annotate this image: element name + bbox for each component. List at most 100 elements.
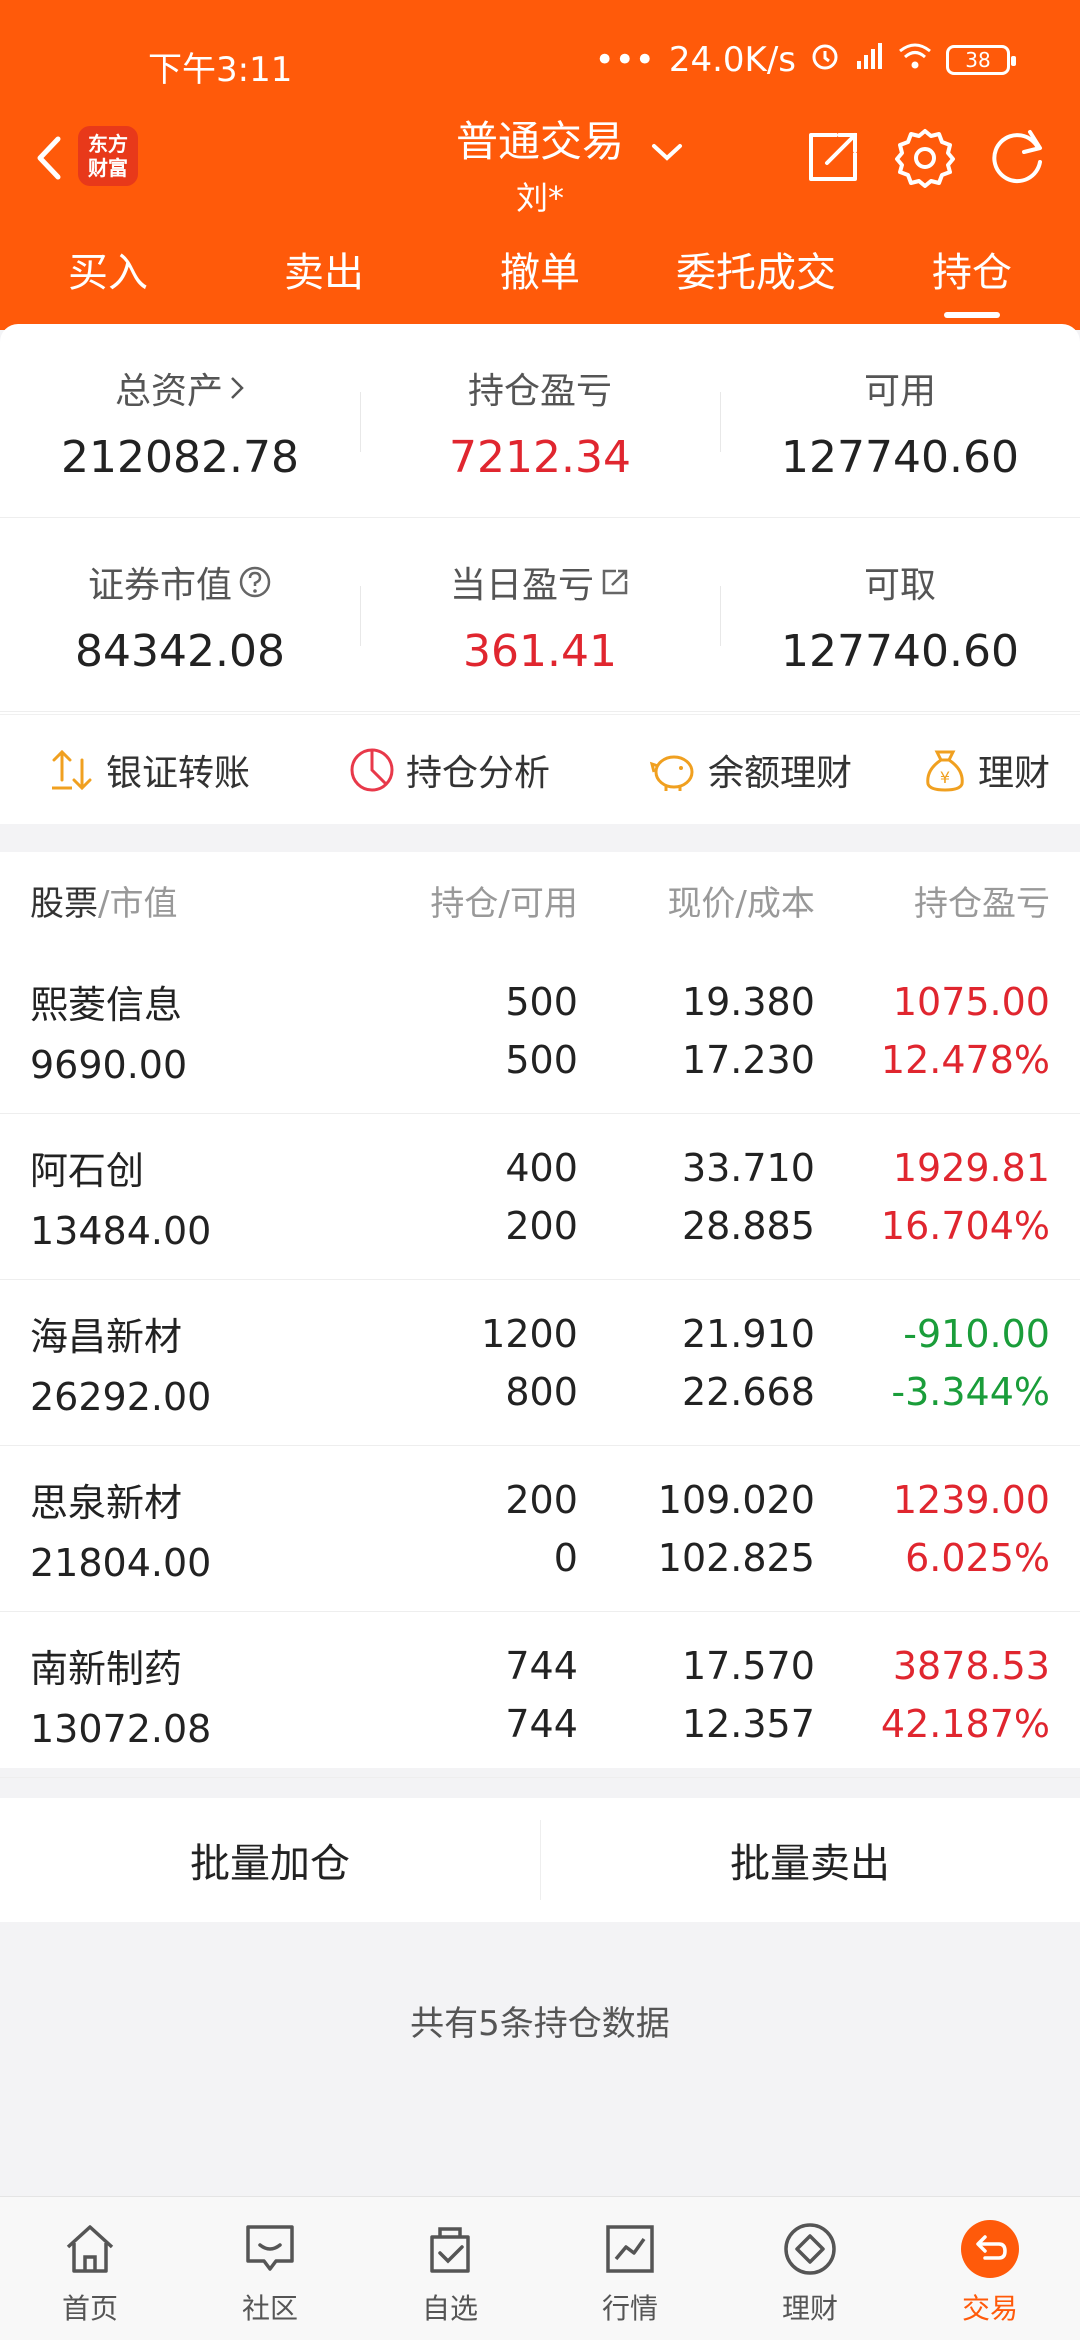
stock-name: 思泉新材 bbox=[30, 1481, 183, 1525]
current-price: 109.020 bbox=[657, 1477, 815, 1522]
help-circle-icon[interactable] bbox=[238, 565, 272, 599]
table-row[interactable]: 阿石创 13484.00 400 200 33.710 28.885 1929.81 1… bbox=[0, 1114, 1080, 1280]
tab-cancel[interactable]: 撤单 bbox=[432, 240, 648, 310]
tab-orders[interactable]: 委托成交 bbox=[648, 240, 864, 310]
chevron-down-icon[interactable] bbox=[650, 140, 684, 168]
header-position[interactable]: 持仓/可用 bbox=[389, 876, 577, 925]
network-dots-icon: ••• bbox=[594, 40, 655, 80]
cost-price: 12.357 bbox=[681, 1701, 815, 1746]
table-row[interactable]: 南新制药 13072.08 744 744 17.570 12.357 3878.53… bbox=[0, 1612, 1080, 1778]
batch-sell-button[interactable]: 批量卖出 bbox=[540, 1798, 1080, 1922]
bank-transfer-button[interactable]: 银证转账 bbox=[48, 744, 250, 796]
table-row[interactable]: 思泉新材 21804.00 200 0 109.020 102.825 1239.00… bbox=[0, 1446, 1080, 1612]
community-icon bbox=[238, 2217, 302, 2281]
battery-icon: 38 bbox=[946, 45, 1016, 75]
hold-qty: 200 bbox=[505, 1477, 578, 1522]
pnl-amount: -910.00 bbox=[903, 1311, 1050, 1356]
position-analysis-button[interactable]: 持仓分析 bbox=[348, 744, 550, 796]
nav-watchlist[interactable]: 自选 bbox=[360, 2197, 540, 2340]
avail-qty: 0 bbox=[553, 1535, 578, 1580]
holdings-table: 股票/市值 持仓/可用 现价/成本 持仓盈亏 熙菱信息 9690.00 500 50… bbox=[0, 852, 1080, 1778]
nav-market[interactable]: 行情 bbox=[540, 2197, 720, 2340]
withdrawable-label: 可取 bbox=[863, 565, 936, 606]
pnl-percent: -3.344% bbox=[891, 1369, 1050, 1414]
header-market-value[interactable]: /市值 bbox=[98, 884, 177, 924]
app-header: 下午3:11 ••• 24.0K/s 38 东方 财富 普通交易 刘* 买入 卖… bbox=[0, 0, 1080, 330]
nav-wealth[interactable]: 理财 bbox=[720, 2197, 900, 2340]
daily-pnl[interactable]: 当日盈亏 361.41 bbox=[360, 518, 720, 711]
bottom-nav: 首页 社区 自选 行情 理财 交易 bbox=[0, 2196, 1080, 2340]
stock-name: 海昌新材 bbox=[30, 1315, 183, 1359]
tab-sell[interactable]: 卖出 bbox=[216, 240, 432, 310]
network-speed: 24.0K/s bbox=[668, 40, 796, 80]
position-pnl: 持仓盈亏 7212.34 bbox=[360, 324, 720, 517]
current-price: 17.570 bbox=[681, 1643, 815, 1688]
balance-wealth-button[interactable]: 余额理财 bbox=[648, 744, 852, 796]
stock-market-value: 13484.00 bbox=[30, 1209, 212, 1253]
pnl-percent: 12.478% bbox=[880, 1037, 1050, 1082]
daily-pnl-value: 361.41 bbox=[463, 626, 617, 677]
account-switcher[interactable]: 普通交易 刘* bbox=[400, 108, 680, 219]
avail-qty: 800 bbox=[505, 1369, 578, 1414]
batch-add-button[interactable]: 批量加仓 bbox=[0, 1798, 540, 1922]
back-button[interactable] bbox=[18, 128, 78, 188]
stock-market-value: 9690.00 bbox=[30, 1043, 188, 1087]
avail-qty: 200 bbox=[505, 1203, 578, 1248]
hold-qty: 1200 bbox=[481, 1311, 578, 1356]
position-pnl-value: 7212.34 bbox=[449, 432, 631, 483]
header-price[interactable]: 现价/成本 bbox=[578, 876, 814, 925]
current-price: 33.710 bbox=[681, 1145, 815, 1190]
summary-row-2: 证券市值 84342.08 当日盈亏 361.41 可取 127740.60 bbox=[0, 518, 1080, 712]
money-bag-icon: ¥ bbox=[926, 750, 964, 792]
current-price: 21.910 bbox=[681, 1311, 815, 1356]
market-value-value: 84342.08 bbox=[75, 626, 285, 677]
market-icon bbox=[598, 2217, 662, 2281]
total-assets[interactable]: 总资产 212082.78 bbox=[0, 324, 360, 517]
account-summary: 总资产 212082.78 持仓盈亏 7212.34 可用 127740.60 … bbox=[0, 324, 1080, 824]
trade-icon bbox=[958, 2217, 1022, 2281]
nav-trade[interactable]: 交易 bbox=[900, 2197, 1080, 2340]
table-row[interactable]: 熙菱信息 9690.00 500 500 19.380 17.230 1075.00 1… bbox=[0, 948, 1080, 1114]
svg-text:¥: ¥ bbox=[940, 768, 950, 787]
market-value[interactable]: 证券市值 84342.08 bbox=[0, 518, 360, 711]
cost-price: 28.885 bbox=[681, 1203, 815, 1248]
settings-gear-icon[interactable] bbox=[890, 122, 960, 192]
pnl-percent: 16.704% bbox=[880, 1203, 1050, 1248]
brand-logo: 东方 财富 bbox=[78, 126, 138, 186]
available-funds: 可用 127740.60 bbox=[720, 324, 1080, 517]
batch-actions: 批量加仓 批量卖出 bbox=[0, 1798, 1080, 1922]
stock-name: 南新制药 bbox=[30, 1647, 183, 1691]
nav-community[interactable]: 社区 bbox=[180, 2197, 360, 2340]
wifi-icon bbox=[898, 40, 932, 80]
wealth-icon bbox=[778, 2217, 842, 2281]
home-icon bbox=[58, 2217, 122, 2281]
header-pnl[interactable]: 持仓盈亏 bbox=[815, 876, 1050, 925]
signal-icon bbox=[854, 40, 884, 80]
nav-bar: 东方 财富 普通交易 刘* bbox=[0, 100, 1080, 220]
wealth-button[interactable]: ¥ 理财 bbox=[922, 744, 1050, 796]
pnl-amount: 1929.81 bbox=[892, 1145, 1050, 1190]
back-arrow-icon bbox=[37, 136, 61, 180]
pnl-percent: 42.187% bbox=[880, 1701, 1050, 1746]
watchlist-icon bbox=[418, 2217, 482, 2281]
status-time: 下午3:11 bbox=[148, 50, 293, 90]
stock-name: 熙菱信息 bbox=[30, 983, 183, 1027]
avail-qty: 500 bbox=[505, 1037, 578, 1082]
cost-price: 22.668 bbox=[681, 1369, 815, 1414]
account-name: 刘* bbox=[515, 179, 564, 217]
available-label: 可用 bbox=[863, 371, 936, 412]
stock-market-value: 21804.00 bbox=[30, 1541, 212, 1585]
nav-home[interactable]: 首页 bbox=[0, 2197, 180, 2340]
tab-buy[interactable]: 买入 bbox=[0, 240, 216, 310]
hold-qty: 500 bbox=[505, 979, 578, 1024]
table-header: 股票/市值 持仓/可用 现价/成本 持仓盈亏 bbox=[0, 852, 1080, 948]
refresh-icon[interactable] bbox=[982, 122, 1052, 192]
cost-price: 17.230 bbox=[681, 1037, 815, 1082]
tab-positions[interactable]: 持仓 bbox=[864, 240, 1080, 318]
pnl-amount: 1239.00 bbox=[892, 1477, 1050, 1522]
header-stock[interactable]: 股票 bbox=[30, 884, 98, 924]
table-row[interactable]: 海昌新材 26292.00 1200 800 21.910 22.668 -910.0… bbox=[0, 1280, 1080, 1446]
share-icon[interactable] bbox=[798, 122, 868, 192]
piggy-bank-icon bbox=[649, 755, 694, 791]
holdings-count-text: 共有5条持仓数据 bbox=[410, 2004, 670, 2044]
